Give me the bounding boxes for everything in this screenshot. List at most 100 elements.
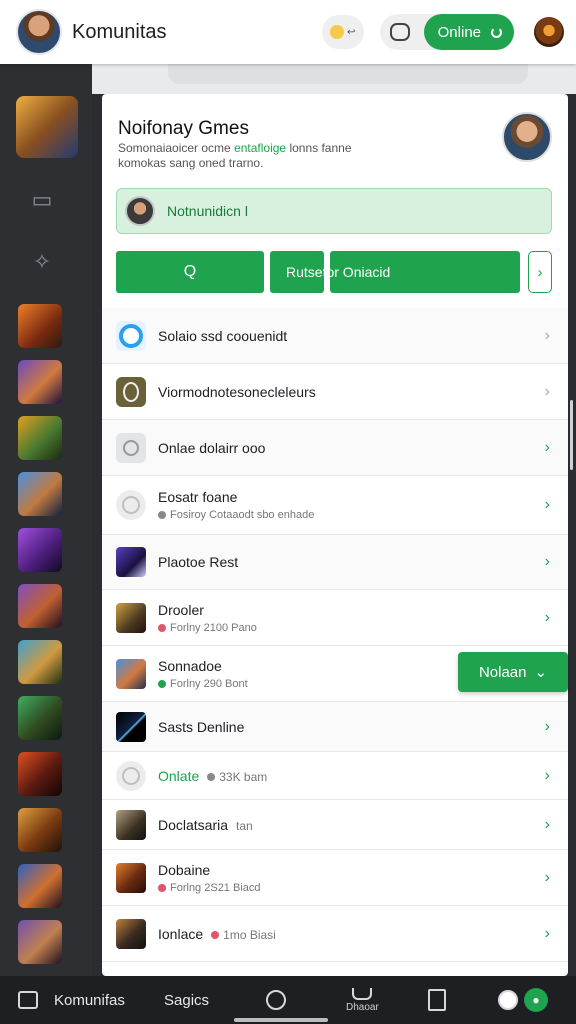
- list-item-meta: 33K bam: [207, 770, 267, 784]
- list-item[interactable]: Onlae dolairr ooo ›: [102, 420, 568, 476]
- float-action-button[interactable]: Nolaan ⌄: [458, 652, 568, 692]
- online-status-button[interactable]: Online: [423, 14, 514, 50]
- nav-community-label: Komunifas: [54, 991, 125, 1009]
- list-item[interactable]: Solaio ssd coouenidt ›: [102, 308, 568, 364]
- rail-game-8[interactable]: [18, 696, 62, 740]
- banner-text: Notnunidicn l: [167, 203, 248, 219]
- list-item-meta: Fosiroy Cotaaodt sbo enhade: [158, 509, 568, 521]
- float-button-label: Nolaan: [478, 663, 527, 681]
- nav-profile[interactable]: ●: [498, 976, 548, 1024]
- chevron-right-icon: ›: [544, 382, 550, 400]
- game-thumbnail[interactable]: [534, 17, 564, 47]
- panel-avatar[interactable]: [502, 112, 552, 162]
- refresh-icon: [491, 26, 502, 38]
- status-dot: [211, 930, 220, 939]
- status-group: Online: [379, 14, 514, 50]
- list-item-title: Plaotoe Rest: [158, 554, 239, 570]
- rail-game-3[interactable]: [18, 416, 62, 460]
- game-icon: [116, 918, 146, 949]
- chevron-right-icon: ›: [544, 766, 550, 784]
- notification-list: Solaio ssd coouenidt › Viormodnotesonecl…: [102, 308, 568, 962]
- status-dot: [207, 772, 216, 781]
- rail-game-1[interactable]: [18, 304, 62, 348]
- desc-part-1: Somonaiaoicer ocme: [118, 141, 235, 155]
- notification-panel: Noifonay Gmes Somonaiaoicer ocme entaflo…: [102, 94, 568, 976]
- rail-game-6[interactable]: [18, 584, 62, 628]
- game-icon: [116, 809, 146, 840]
- list-item-sub: Forlny 2100 Pano: [170, 621, 257, 634]
- game-icon: [116, 658, 146, 689]
- home-icon: [18, 991, 38, 1009]
- action-label: Rutsetor Oniacid: [286, 264, 391, 280]
- compass-icon[interactable]: ✧: [28, 248, 56, 276]
- list-item[interactable]: Ionlace 1mo Biasi ›: [102, 906, 568, 962]
- grid-icon: [428, 989, 446, 1011]
- rail-game-2[interactable]: [18, 360, 62, 404]
- list-item-title: Ionlace: [158, 925, 204, 942]
- list-item[interactable]: Eosatr foane Fosiroy Cotaaodt sbo enhade…: [102, 476, 568, 535]
- green-badge-icon: ●: [524, 988, 548, 1012]
- chevron-right-icon: ›: [544, 717, 550, 735]
- action-row: Q Rutsetor Oniacid ›: [116, 251, 552, 293]
- emoji-button[interactable]: ↩: [321, 15, 364, 49]
- chevron-right-icon: ›: [544, 924, 550, 942]
- game-icon: [116, 602, 146, 633]
- ring-icon: [116, 376, 146, 407]
- list-item-title: Onlae dolairr ooo: [158, 439, 266, 456]
- rail-game-10[interactable]: [18, 808, 62, 852]
- ring-icon: [116, 490, 146, 520]
- rail-game-11[interactable]: [18, 864, 62, 908]
- online-label: Online: [437, 23, 481, 41]
- list-item-sub: 33K bam: [219, 769, 268, 784]
- status-dot: [158, 511, 166, 519]
- chevron-right-icon: ›: [544, 553, 550, 570]
- nav-tab[interactable]: Dhaoar: [346, 976, 379, 1024]
- search-button[interactable]: Q: [116, 251, 264, 293]
- notification-banner[interactable]: Notnunidicn l: [116, 188, 552, 234]
- list-item[interactable]: Doclatsaria tan ›: [102, 800, 568, 850]
- rail-game-5[interactable]: [18, 528, 62, 572]
- nav-home[interactable]: [18, 976, 38, 1024]
- list-item[interactable]: Dobaine Forlng 2S21 Biacd ›: [102, 850, 568, 906]
- scrollbar[interactable]: [570, 400, 573, 470]
- list-item[interactable]: Viormodnotesonecleleurs ›: [102, 364, 568, 420]
- rail-game-12[interactable]: [18, 920, 62, 964]
- list-item-title: Drooler: [158, 601, 204, 618]
- status-dot: [158, 623, 166, 632]
- chat-icon[interactable]: [389, 23, 410, 41]
- list-item-meta: 1mo Biasi: [211, 928, 276, 942]
- rail-featured-game[interactable]: [16, 96, 78, 158]
- home-indicator[interactable]: [234, 1018, 328, 1022]
- chevron-right-icon: ›: [544, 868, 550, 886]
- game-icon: [116, 547, 146, 577]
- list-item-title: Doclatsaria: [158, 816, 229, 833]
- nav-tab-label: Dhaoar: [346, 1001, 379, 1013]
- list-item-title: Sasts Denline: [158, 718, 245, 735]
- list-item-sub: Forlng 2S21 Biacd: [170, 881, 261, 894]
- list-item[interactable]: Drooler Forlny 2100 Pano ›: [102, 590, 568, 646]
- list-item-title: Viormodnotesonecleleurs: [158, 383, 316, 400]
- chevron-right-icon: ›: [544, 326, 550, 344]
- rail-game-4[interactable]: [18, 472, 62, 516]
- nav-community[interactable]: Komunifas: [54, 976, 125, 1024]
- nav-search[interactable]: [266, 976, 286, 1024]
- nav-grid[interactable]: [428, 976, 446, 1024]
- chevron-right-icon[interactable]: ›: [528, 251, 552, 293]
- panel-title: Noifonay Gmes: [118, 118, 249, 139]
- search-icon: [266, 990, 286, 1010]
- game-icon: [116, 862, 146, 893]
- rail-game-7[interactable]: [18, 640, 62, 684]
- list-item[interactable]: Sasts Denline ›: [102, 702, 568, 752]
- list-item-title: Dobaine: [158, 861, 211, 878]
- nav-sagics[interactable]: Sagics: [164, 976, 209, 1024]
- diamond-icon: [116, 432, 146, 463]
- rail-game-9[interactable]: [18, 752, 62, 796]
- app-title: Komunitas: [72, 20, 167, 43]
- list-item[interactable]: Plaotoe Rest ›: [102, 535, 568, 590]
- list-item-sub: tan: [236, 818, 253, 833]
- user-avatar[interactable]: [16, 9, 62, 55]
- list-item[interactable]: Onlate 33K bam ›: [102, 752, 568, 800]
- message-icon[interactable]: ▭: [28, 186, 56, 214]
- background-pill: [168, 64, 528, 84]
- chevron-right-icon: ›: [544, 438, 550, 456]
